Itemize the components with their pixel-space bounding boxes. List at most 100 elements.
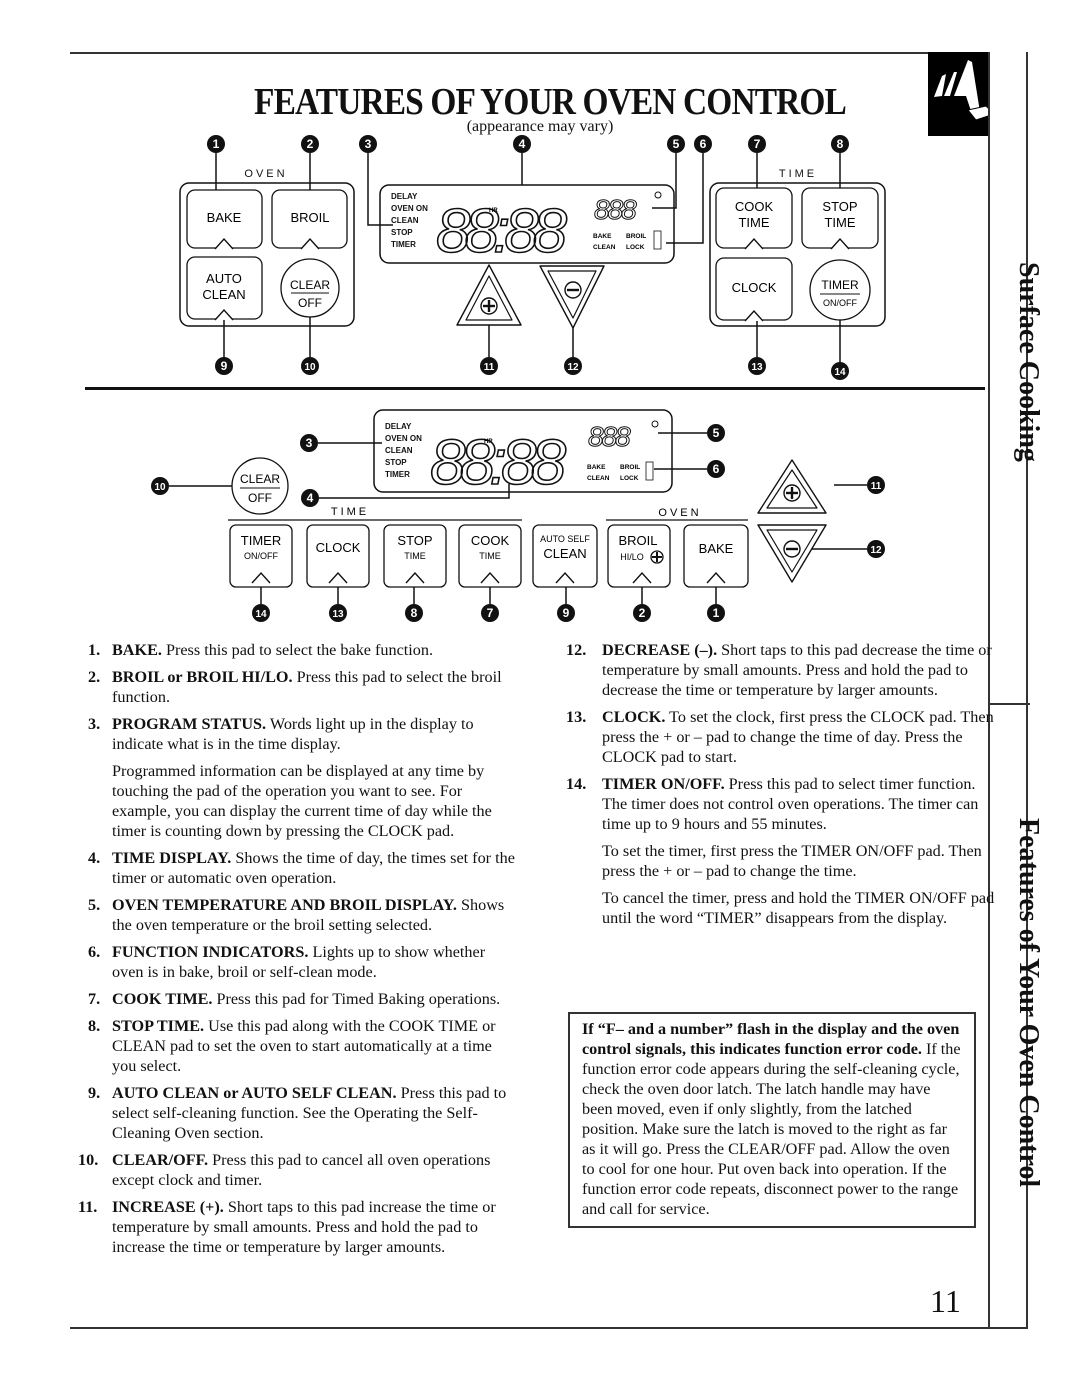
description-item: 5. OVEN TEMPERATURE AND BROIL DISPLAY. Sh… xyxy=(88,896,505,934)
svg-text:CLEAR: CLEAR xyxy=(290,278,330,292)
svg-text:CLEAN: CLEAN xyxy=(385,446,413,455)
svg-text:CLEAR: CLEAR xyxy=(240,472,280,486)
svg-text:TIME: TIME xyxy=(479,551,501,561)
callout-7-bottom: 7 xyxy=(481,604,499,622)
svg-text:3: 3 xyxy=(365,137,372,151)
svg-text:ON/OFF: ON/OFF xyxy=(244,551,278,561)
oven-group-label: OVEN xyxy=(244,168,287,180)
auto-clean-pad[interactable]: AUTO CLEAN xyxy=(186,256,263,321)
stop-time-pad-bottom[interactable]: STOP TIME xyxy=(383,524,447,588)
svg-text:CLEAN: CLEAN xyxy=(202,287,245,302)
description-item: 8. STOP TIME. Use this pad along with the… xyxy=(88,1017,496,1075)
svg-text:BROIL: BROIL xyxy=(290,210,329,225)
svg-text:TIMER: TIMER xyxy=(391,240,416,249)
svg-text:12: 12 xyxy=(567,362,579,373)
time-display-digits-bottom: 88:88 xyxy=(430,426,567,498)
timer-onoff-pad-bottom[interactable]: TIMER ON/OFF xyxy=(229,524,293,588)
svg-text:13: 13 xyxy=(332,609,344,620)
svg-text:STOP: STOP xyxy=(397,533,432,548)
svg-text:1: 1 xyxy=(713,606,720,620)
svg-text:LOCK: LOCK xyxy=(620,475,639,482)
svg-text:2: 2 xyxy=(639,606,646,620)
callout-2-bottom: 2 xyxy=(633,604,651,622)
svg-text:8: 8 xyxy=(411,606,418,620)
svg-text:12: 12 xyxy=(870,545,882,556)
svg-text:10: 10 xyxy=(154,482,166,493)
increase-pad-top[interactable] xyxy=(456,264,522,326)
callout-10: 10 xyxy=(301,357,319,375)
svg-text:STOP: STOP xyxy=(391,228,413,237)
clock-pad[interactable]: CLOCK xyxy=(715,257,793,322)
svg-text:STOP: STOP xyxy=(385,458,407,467)
svg-text:4: 4 xyxy=(307,491,314,505)
decrease-pad-bottom[interactable] xyxy=(757,524,827,583)
description-item: 3. PROGRAM STATUS. Words light up in the … xyxy=(88,715,492,840)
bake-pad[interactable]: BAKE xyxy=(186,189,263,250)
time-group-label-bottom: TIME xyxy=(331,506,369,518)
bottom-rule xyxy=(70,1327,988,1329)
description-item: 7. COOK TIME. Press this pad for Timed Ba… xyxy=(88,990,501,1008)
svg-text:CLEAN: CLEAN xyxy=(391,216,419,225)
timer-onoff-pad[interactable]: TIMER ON/OFF xyxy=(809,259,871,321)
error-code-notice: If “F– and a number” flash in the displa… xyxy=(568,1012,976,1228)
svg-text:9: 9 xyxy=(563,606,570,620)
broil-hilo-pad-bottom[interactable]: BROIL HI/LO xyxy=(607,524,671,588)
broil-pad[interactable]: BROIL xyxy=(271,189,348,250)
decrease-pad-top[interactable] xyxy=(539,265,605,329)
svg-text:OFF: OFF xyxy=(298,296,322,310)
callout-10-bottom: 10 xyxy=(151,477,169,495)
callout-5: 5 xyxy=(667,135,685,153)
temp-display-digits-bottom: 888 xyxy=(588,421,631,452)
descriptions-right: 12. DECREASE (–). Short taps to this pad … xyxy=(566,640,996,935)
clear-off-pad[interactable]: CLEAR OFF xyxy=(280,258,340,318)
callout-9: 9 xyxy=(215,357,233,375)
callout-12-bottom: 12 xyxy=(867,540,885,558)
svg-text:3: 3 xyxy=(306,436,313,450)
callout-6: 6 xyxy=(694,135,712,153)
svg-text:BROIL: BROIL xyxy=(626,233,646,240)
callout-13: 13 xyxy=(748,357,766,375)
svg-text:7: 7 xyxy=(487,606,494,620)
side-tab-features-oven-control[interactable]: Features of Your Oven Control xyxy=(1012,818,1044,1187)
increase-pad-bottom[interactable] xyxy=(757,459,827,514)
svg-text:5: 5 xyxy=(713,426,720,440)
oven-control-diagram: 1 2 3 4 5 6 7 8 9 10 11 12 13 14 OVEN BA… xyxy=(151,135,886,622)
description-item: 13. CLOCK. To set the clock, first press … xyxy=(566,708,994,766)
callout-1-bottom: 1 xyxy=(707,604,725,622)
descriptions-left: 1. BAKE. Press this pad to select the bak… xyxy=(78,640,518,1264)
display-top: DELAY OVEN ON CLEAN STOP TIMER 88:88 HR … xyxy=(379,184,675,267)
callout-2: 2 xyxy=(301,135,319,153)
description-item: 12. DECREASE (–). Short taps to this pad … xyxy=(566,641,992,699)
clear-off-pad-bottom[interactable]: CLEAR OFF xyxy=(231,457,289,515)
stop-time-pad[interactable]: STOP TIME xyxy=(801,187,879,250)
svg-text:HR: HR xyxy=(484,439,493,445)
clock-pad-bottom[interactable]: CLOCK xyxy=(306,524,370,588)
svg-text:OVEN ON: OVEN ON xyxy=(385,434,422,443)
svg-text:CLEAN: CLEAN xyxy=(593,244,616,251)
svg-text:TIMER: TIMER xyxy=(821,278,859,292)
callout-4-bottom: 4 xyxy=(301,489,319,507)
callout-9-bottom: 9 xyxy=(557,604,575,622)
svg-text:13: 13 xyxy=(751,362,763,373)
bake-pad-bottom[interactable]: BAKE xyxy=(683,524,749,588)
auto-self-clean-pad-bottom[interactable]: AUTO SELF CLEAN xyxy=(532,524,598,588)
svg-text:11: 11 xyxy=(871,481,882,492)
svg-text:ON/OFF: ON/OFF xyxy=(823,298,857,308)
svg-text:1: 1 xyxy=(213,137,220,151)
svg-text:14: 14 xyxy=(834,367,846,378)
cook-time-pad[interactable]: COOK TIME xyxy=(715,187,793,250)
svg-text:CLOCK: CLOCK xyxy=(732,280,777,295)
callout-1: 1 xyxy=(207,135,225,153)
display-bottom: DELAY OVEN ON CLEAN STOP TIMER 88:88 HR … xyxy=(373,409,673,499)
svg-text:DELAY: DELAY xyxy=(385,422,412,431)
cook-time-pad-bottom[interactable]: COOK TIME xyxy=(458,524,522,588)
svg-text:HI/LO: HI/LO xyxy=(620,552,644,562)
callout-12: 12 xyxy=(564,357,582,375)
svg-text:7: 7 xyxy=(754,137,761,151)
svg-text:TIMER: TIMER xyxy=(241,533,281,548)
description-item: 2. BROIL or BROIL HI/LO. Press this pad t… xyxy=(88,668,502,706)
svg-text:2: 2 xyxy=(307,137,314,151)
svg-text:5: 5 xyxy=(673,137,680,151)
svg-text:AUTO: AUTO xyxy=(206,271,242,286)
svg-text:TIME: TIME xyxy=(738,215,769,230)
